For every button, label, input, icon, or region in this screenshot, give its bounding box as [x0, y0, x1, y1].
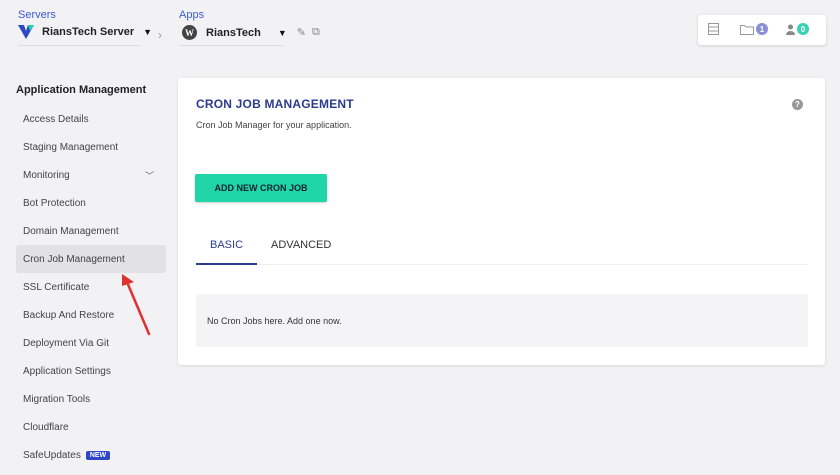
cron-tabs: BASIC ADVANCED [196, 236, 808, 265]
sidebar-item-access-details[interactable]: Access Details [16, 105, 166, 133]
servers-label: Servers [18, 9, 56, 21]
sidebar-item-monitoring[interactable]: Monitoring ﹀ [16, 161, 166, 189]
help-icon[interactable]: ? [792, 99, 803, 110]
sidebar-item-domain-management[interactable]: Domain Management [16, 217, 166, 245]
sidebar-item-application-settings[interactable]: Application Settings [16, 357, 166, 385]
server-logo-icon [18, 25, 34, 39]
sidebar-item-label: Access Details [23, 113, 89, 125]
sidebar-item-label: Deployment Via Git [23, 337, 109, 349]
server-dropdown-icon[interactable]: ▼ [143, 27, 152, 37]
sidebar-item-label: SafeUpdates [23, 449, 81, 461]
add-new-cron-job-button[interactable]: ADD NEW CRON JOB [195, 174, 327, 202]
sidebar-item-label: Cron Job Management [23, 253, 125, 265]
sidebar-item-label: Domain Management [23, 225, 119, 237]
sidebar-item-label: Migration Tools [23, 393, 91, 405]
sidebar-item-cloudflare[interactable]: Cloudflare [16, 413, 166, 441]
apps-label: Apps [179, 9, 205, 21]
top-tray: 1 0 [698, 15, 826, 45]
sidebar-item-label: Staging Management [23, 141, 119, 153]
empty-state-message: No Cron Jobs here. Add one now. [207, 315, 342, 326]
sidebar-item-label: Cloudflare [23, 421, 69, 433]
sidebar-item-safeupdates[interactable]: SafeUpdates NEW [16, 441, 166, 469]
server-underline [18, 45, 140, 46]
sidebar-heading: Application Management [16, 84, 147, 96]
edit-pencil-icon[interactable]: ✎ [297, 26, 306, 39]
tab-basic[interactable]: BASIC [196, 236, 258, 265]
folder-icon [740, 24, 754, 35]
sidebar-item-label: Backup And Restore [23, 309, 115, 321]
sidebar-item-label: Bot Protection [23, 197, 86, 209]
sidebar-item-bot-protection[interactable]: Bot Protection [16, 189, 166, 217]
new-badge: NEW [85, 450, 111, 460]
chevron-right-icon: › [158, 28, 162, 42]
sidebar-item-label: Application Settings [23, 365, 111, 377]
server-list-icon [708, 23, 719, 35]
server-list-button[interactable] [708, 23, 719, 35]
app-name: RiansTech [206, 26, 261, 39]
top-bar: Servers RiansTech Server ▼ › Apps W Rian… [0, 0, 840, 60]
cron-job-card: CRON JOB MANAGEMENT Cron Job Manager for… [178, 78, 825, 365]
sidebar-item-label: Monitoring [23, 169, 70, 181]
tab-advanced[interactable]: ADVANCED [257, 236, 345, 265]
server-selector[interactable]: Servers RiansTech Server ▼ [18, 9, 152, 39]
user-icon [786, 24, 795, 35]
app-dropdown-icon[interactable]: ▼ [278, 28, 287, 38]
sidebar-item-staging-management[interactable]: Staging Management [16, 133, 166, 161]
empty-state: No Cron Jobs here. Add one now. [196, 294, 808, 347]
team-button[interactable]: 0 [786, 23, 809, 35]
sidebar-item-label: SSL Certificate [23, 281, 90, 293]
wordpress-icon: W [182, 25, 197, 40]
folder-count-badge: 1 [756, 23, 768, 35]
user-count-badge: 0 [797, 23, 809, 35]
projects-button[interactable]: 1 [740, 23, 768, 35]
external-link-icon[interactable]: ⧉ [312, 26, 320, 39]
sidebar-item-migration-tools[interactable]: Migration Tools [16, 385, 166, 413]
red-arrow-annotation [122, 274, 151, 336]
app-underline [179, 45, 283, 46]
app-selector[interactable]: Apps W RiansTech ▼ ✎ ⧉ [179, 9, 320, 40]
chevron-down-icon: ﹀ [144, 170, 154, 181]
page-title: CRON JOB MANAGEMENT [196, 97, 354, 111]
server-name: RiansTech Server [42, 26, 135, 38]
page-subtitle: Cron Job Manager for your application. [196, 120, 352, 130]
